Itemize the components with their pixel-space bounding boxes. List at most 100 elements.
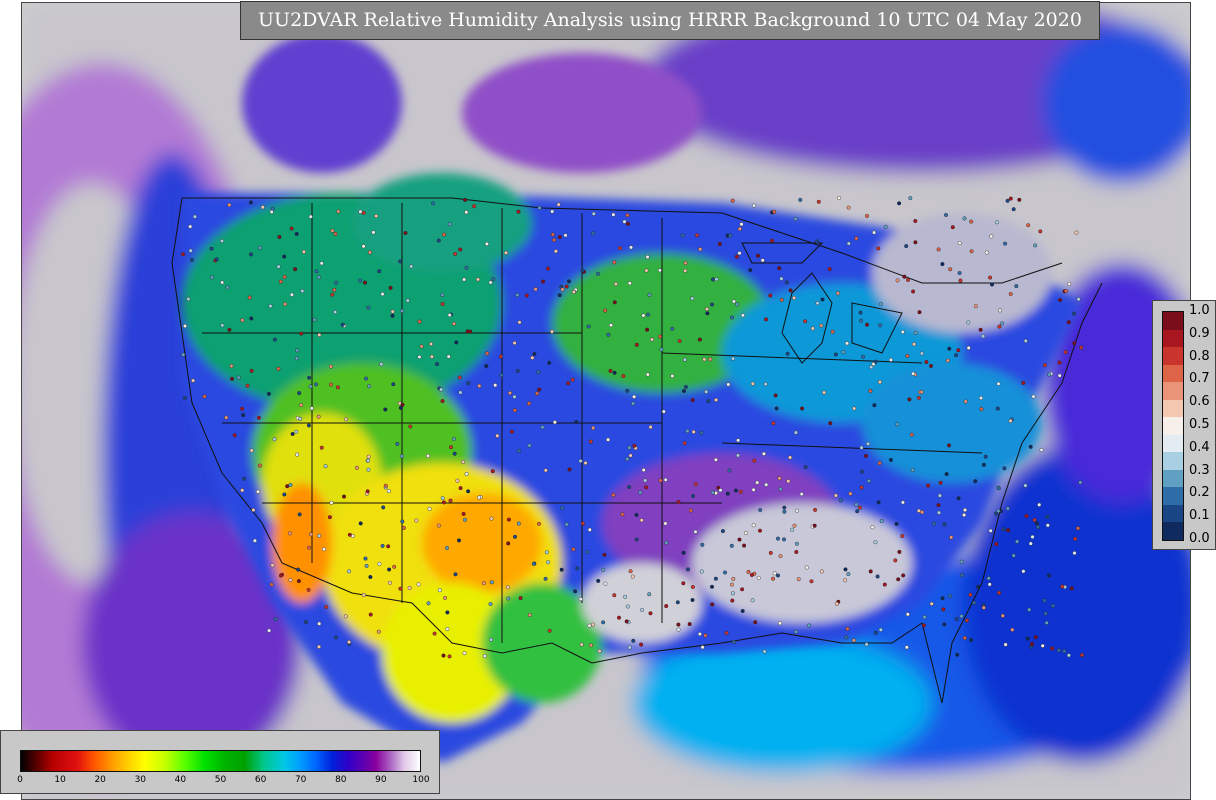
station-dot (323, 464, 328, 469)
rh-swatch (1163, 522, 1183, 541)
station-dot (883, 224, 888, 229)
station-dot (695, 233, 700, 238)
station-dot (625, 604, 630, 609)
station-dot (762, 649, 767, 654)
station-dot (416, 582, 421, 587)
station-dot (368, 575, 373, 580)
station-dot (731, 356, 736, 361)
station-dot (845, 626, 850, 631)
station-dot (906, 277, 911, 282)
station-dot (1057, 373, 1062, 378)
rh-swatch (1163, 452, 1183, 471)
station-dot (688, 508, 693, 513)
station-dot (317, 533, 322, 538)
station-dot (344, 417, 349, 422)
station-dot (1037, 502, 1042, 507)
station-dot (227, 327, 232, 332)
station-dot (466, 489, 471, 494)
station-dot (778, 487, 783, 492)
station-dot (873, 630, 878, 635)
station-dot (1031, 394, 1036, 399)
station-dot (1050, 646, 1055, 651)
station-dot (445, 627, 450, 632)
station-dot (639, 642, 644, 647)
station-dot (386, 544, 391, 549)
station-dot (560, 287, 565, 292)
station-dot (844, 635, 849, 640)
station-dot (457, 538, 462, 543)
station-dot (358, 209, 363, 214)
station-dot (580, 268, 585, 273)
station-dot (751, 487, 756, 492)
station-dot (1014, 284, 1019, 289)
station-dot (260, 205, 265, 210)
station-dot (557, 293, 562, 298)
station-dot (830, 329, 835, 334)
station-dot (743, 531, 748, 536)
station-dot (931, 521, 936, 526)
station-dot (879, 519, 884, 524)
rh-tick-label: 0.9 (1189, 325, 1210, 341)
station-dot (328, 364, 333, 369)
station-dot (557, 235, 562, 240)
station-dot (962, 513, 967, 518)
station-dot (304, 620, 309, 625)
station-dot (965, 618, 970, 623)
station-dot (419, 344, 424, 349)
station-dot (278, 573, 283, 578)
station-dot (308, 384, 313, 389)
station-dot (1058, 298, 1063, 303)
station-dot (493, 383, 498, 388)
station-dot (627, 645, 632, 650)
station-dot (1056, 648, 1061, 653)
station-dot (988, 528, 993, 533)
rh-swatch (1163, 382, 1183, 401)
station-dot (1008, 292, 1013, 297)
station-dot (464, 210, 469, 215)
station-dot (455, 478, 460, 483)
station-dot (658, 478, 663, 483)
station-dot (1067, 281, 1072, 286)
station-dot (730, 198, 735, 203)
station-dot (585, 550, 590, 555)
station-dot (186, 297, 191, 302)
station-dot (681, 581, 686, 586)
station-dot (395, 441, 400, 446)
station-dot (180, 252, 185, 257)
station-dot (987, 582, 992, 587)
station-dot (574, 420, 579, 425)
station-dot (794, 550, 799, 555)
station-dot (751, 523, 756, 528)
station-dot (612, 300, 617, 305)
station-dot (663, 521, 668, 526)
station-dot (307, 545, 312, 550)
station-dot (776, 536, 781, 541)
station-dot (390, 309, 395, 314)
rh-swatch (1163, 364, 1183, 383)
station-dot (909, 432, 914, 437)
station-dot (827, 267, 832, 272)
station-dot (771, 576, 776, 581)
station-dot (1066, 653, 1071, 658)
station-dot (319, 445, 324, 450)
station-dot (249, 316, 254, 321)
station-dot (959, 614, 964, 619)
station-dot (819, 569, 824, 574)
station-dot (1003, 241, 1008, 246)
station-dot (532, 352, 537, 357)
station-dot (774, 406, 779, 411)
station-dot (819, 323, 824, 328)
station-dot (443, 595, 448, 600)
station-dot (596, 578, 601, 583)
station-dot (730, 591, 735, 596)
station-dot (937, 493, 942, 498)
station-dot (981, 462, 986, 467)
station-dot (219, 238, 224, 243)
station-dot (367, 250, 372, 255)
station-dot (371, 230, 376, 235)
station-dot (306, 423, 311, 428)
station-dot (461, 460, 466, 465)
station-dot (429, 354, 434, 359)
station-dot (956, 348, 961, 353)
station-dot (299, 331, 304, 336)
